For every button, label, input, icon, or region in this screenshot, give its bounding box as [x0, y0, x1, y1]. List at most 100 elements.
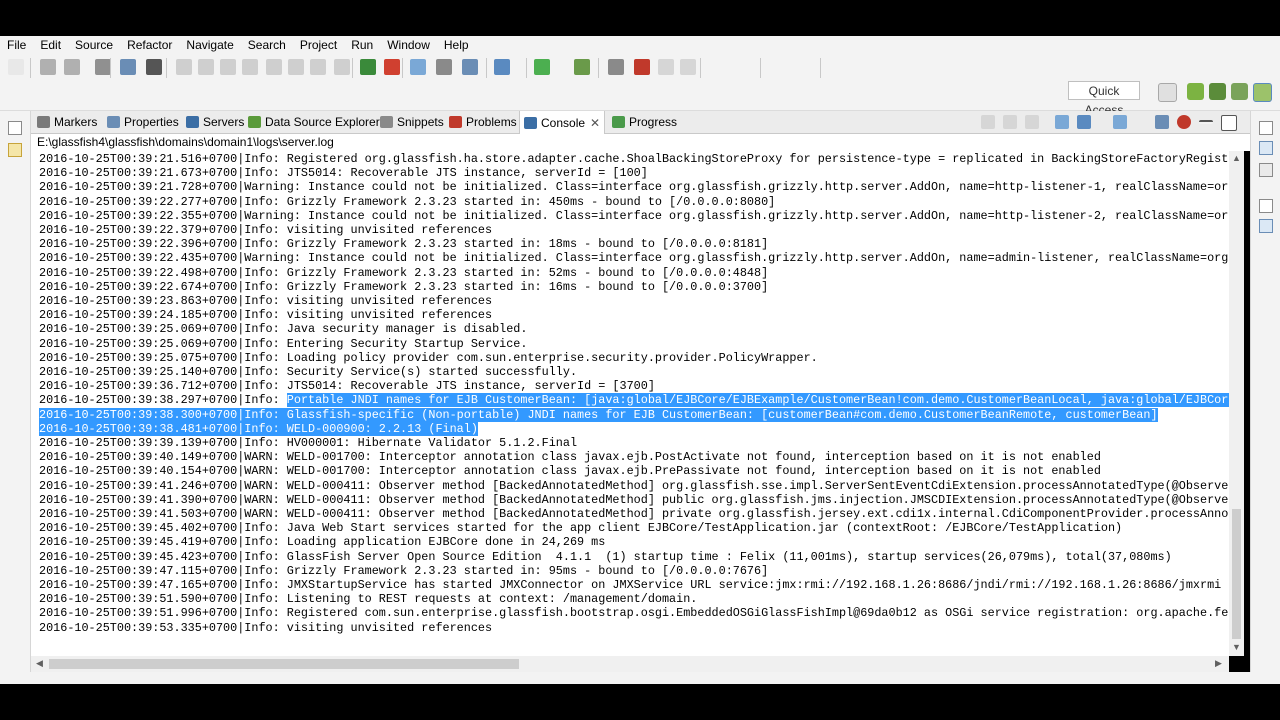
step-return-icon[interactable]	[310, 59, 326, 75]
tab-data-source-explorer[interactable]: Data Source Explorer	[248, 111, 380, 133]
java-ee-perspective-icon[interactable]	[1187, 83, 1204, 100]
new-project-icon[interactable]	[436, 59, 452, 75]
progress-icon	[612, 116, 625, 128]
console-icon[interactable]	[120, 59, 136, 75]
close-icon[interactable]: ✕	[590, 116, 600, 130]
horizontal-scroll-thumb[interactable]	[49, 659, 519, 669]
console-line: 2016-10-25T00:39:45.423+0700|Info: Glass…	[39, 549, 1172, 564]
clear-console-icon[interactable]	[981, 115, 995, 129]
horizontal-scrollbar[interactable]: ◀ ▶	[31, 656, 1229, 672]
console-line: 2016-10-25T00:39:25.069+0700|Info: Enter…	[39, 336, 528, 351]
new-java-icon[interactable]	[462, 59, 478, 75]
open-console-icon[interactable]	[1113, 115, 1127, 129]
restore-icon-right-2[interactable]	[1259, 199, 1273, 213]
back-icon[interactable]	[658, 59, 674, 75]
menu-window[interactable]: Window	[380, 36, 437, 54]
menu-edit[interactable]: Edit	[33, 36, 68, 54]
tab-problems[interactable]: Problems	[449, 111, 517, 133]
scroll-down-icon[interactable]: ▼	[1232, 642, 1241, 652]
snippets-icon	[380, 116, 393, 128]
external-tools-icon[interactable]	[634, 59, 650, 75]
console-line: 2016-10-25T00:39:21.728+0700|Warning: In…	[39, 180, 1229, 195]
tab-markers[interactable]: Markers	[37, 111, 97, 133]
console-line: 2016-10-25T00:39:22.396+0700|Info: Grizz…	[39, 237, 769, 252]
java-perspective-icon[interactable]	[1209, 83, 1226, 100]
debug-run-icon[interactable]	[574, 59, 590, 75]
disconnect-icon[interactable]	[242, 59, 258, 75]
tab-progress[interactable]: Progress	[612, 111, 677, 133]
coverage-icon[interactable]	[608, 59, 624, 75]
save-icon[interactable]	[40, 59, 56, 75]
tab-snippets[interactable]: Snippets	[380, 111, 444, 133]
debug-icon[interactable]	[146, 59, 162, 75]
forward-icon[interactable]	[680, 59, 696, 75]
console-line: 2016-10-25T00:39:39.139+0700|Info: HV000…	[39, 436, 578, 450]
toolbar-separator	[166, 58, 167, 78]
tab-properties[interactable]: Properties	[107, 111, 179, 133]
server-perspective-icon[interactable]	[1253, 83, 1272, 102]
view-menu-icon[interactable]	[1155, 115, 1169, 129]
pin-console-icon[interactable]	[1055, 115, 1069, 129]
menu-file[interactable]: File	[0, 36, 33, 54]
open-perspective-icon[interactable]	[1158, 83, 1177, 102]
search-icon[interactable]	[494, 59, 510, 75]
stop-icon[interactable]	[1177, 115, 1191, 129]
menu-source[interactable]: Source	[68, 36, 120, 54]
menu-navigate[interactable]: Navigate	[179, 36, 240, 54]
console-output[interactable]: 2016-10-25T00:39:21.516+0700|Info: Regis…	[31, 151, 1229, 656]
console-line: 2016-10-25T00:39:45.419+0700|Info: Loadi…	[39, 535, 606, 550]
save-all-icon[interactable]	[64, 59, 80, 75]
step-into-icon[interactable]	[266, 59, 282, 75]
properties-icon	[107, 116, 120, 128]
menu-project[interactable]: Project	[293, 36, 344, 54]
left-trim-bar	[0, 111, 31, 684]
quick-access-field[interactable]: Quick Access	[1068, 81, 1140, 117]
restore-icon[interactable]	[8, 121, 22, 135]
menu-search[interactable]: Search	[241, 36, 293, 54]
console-line: 2016-10-25T00:39:24.185+0700|Info: visit…	[39, 308, 493, 323]
step-over-icon[interactable]	[288, 59, 304, 75]
vertical-scroll-thumb[interactable]	[1232, 509, 1241, 639]
scroll-up-icon[interactable]: ▲	[1232, 153, 1241, 163]
maximize-icon[interactable]	[1221, 115, 1237, 131]
new-icon[interactable]	[8, 59, 24, 75]
terminate-icon[interactable]	[220, 59, 236, 75]
use-step-filters-icon[interactable]	[334, 59, 350, 75]
right-trim-bar	[1250, 111, 1280, 684]
toolbar-separator	[598, 58, 599, 78]
toolbar-separator	[30, 58, 31, 78]
console-line: 2016-10-25T00:39:41.390+0700|WARN: WELD-…	[39, 492, 1229, 507]
tab-label: Progress	[629, 115, 678, 129]
palette-icon[interactable]	[1259, 219, 1273, 233]
tab-console[interactable]: Console ✕	[519, 111, 606, 134]
run-icon[interactable]	[534, 59, 550, 75]
project-explorer-icon[interactable]	[8, 143, 22, 157]
menu-help[interactable]: Help	[437, 36, 476, 54]
skip-icon[interactable]	[176, 59, 192, 75]
console-line: 2016-10-25T00:39:21.673+0700|Info: JTS50…	[39, 166, 648, 181]
tab-label: Servers	[203, 115, 245, 129]
menu-run[interactable]: Run	[344, 36, 380, 54]
restore-icon-right[interactable]	[1259, 121, 1273, 135]
suspend-icon[interactable]	[198, 59, 214, 75]
problems-icon	[449, 116, 462, 128]
task-list-icon[interactable]	[1259, 163, 1273, 177]
console-line: 2016-10-25T00:39:36.712+0700|Info: JTS50…	[39, 379, 655, 394]
menu-refactor[interactable]: Refactor	[120, 36, 179, 54]
server-stop-icon[interactable]	[384, 59, 400, 75]
display-console-icon[interactable]	[1077, 115, 1091, 129]
scroll-lock-icon[interactable]	[1003, 115, 1017, 129]
console-line: 2016-10-25T00:39:45.402+0700|Info: Java …	[39, 521, 1123, 536]
tab-servers[interactable]: Servers	[186, 111, 244, 133]
minimize-icon[interactable]	[1199, 120, 1213, 124]
scroll-right-icon[interactable]: ▶	[1215, 658, 1222, 669]
outline-icon[interactable]	[1259, 141, 1273, 155]
print-icon[interactable]	[95, 59, 111, 75]
debug-perspective-icon[interactable]	[1231, 83, 1248, 100]
vertical-scrollbar[interactable]: ▲ ▼	[1229, 151, 1244, 656]
scroll-left-icon[interactable]: ◀	[36, 658, 43, 669]
open-type-icon[interactable]	[410, 59, 426, 75]
word-wrap-icon[interactable]	[1025, 115, 1039, 129]
tab-label: Console	[541, 115, 586, 130]
server-start-icon[interactable]	[360, 59, 376, 75]
